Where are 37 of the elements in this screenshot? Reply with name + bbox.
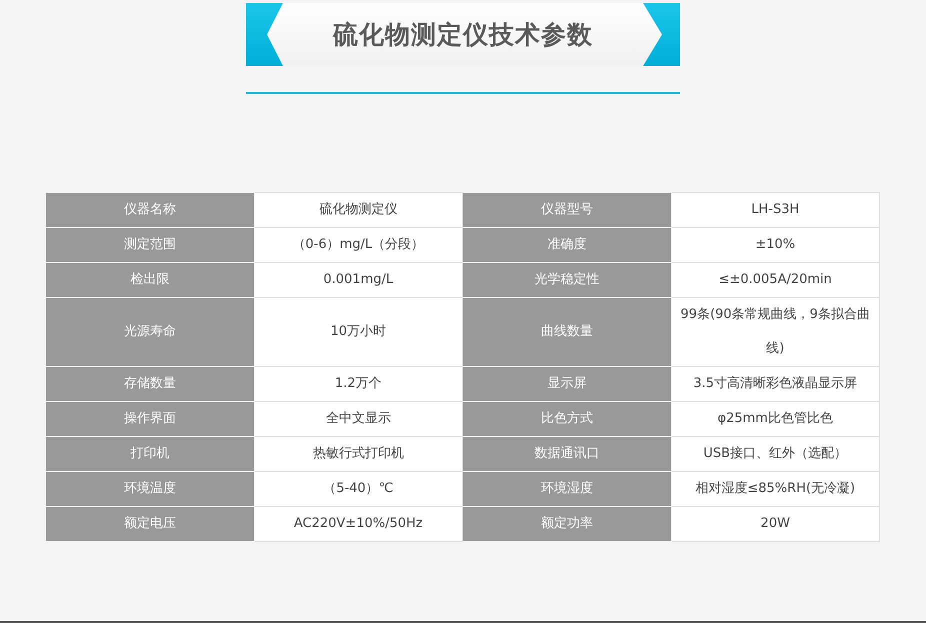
label-cell: 光源寿命 [46, 298, 254, 366]
label-cell: 额定功率 [462, 506, 671, 542]
label-cell: 光学稳定性 [462, 262, 671, 298]
value-cell: AC220V±10%/50Hz [254, 506, 462, 542]
page-title: 硫化物测定仪技术参数 [333, 19, 593, 51]
label-cell: 数据通讯口 [462, 436, 671, 472]
label-cell: 环境湿度 [462, 472, 671, 506]
value-cell: 全中文显示 [254, 402, 462, 436]
value-cell: ≤±0.005A/20min [671, 262, 880, 298]
label-cell: 仪器名称 [46, 192, 254, 228]
value-cell: φ25mm比色管比色 [671, 402, 880, 436]
value-cell: 1.2万个 [254, 366, 462, 402]
label-cell: 检出限 [46, 262, 254, 298]
value-cell: USB接口、红外（选配） [671, 436, 880, 472]
label-cell: 测定范围 [46, 228, 254, 262]
value-cell: 10万小时 [254, 298, 462, 366]
label-cell: 操作界面 [46, 402, 254, 436]
label-cell: 显示屏 [462, 366, 671, 402]
label-cell: 打印机 [46, 436, 254, 472]
value-cell: 相对湿度≤85%RH(无冷凝) [671, 472, 880, 506]
value-cell: ±10% [671, 228, 880, 262]
value-cell: LH-S3H [671, 192, 880, 228]
value-cell: （0-6）mg/L（分段） [254, 228, 462, 262]
value-cell: 热敏行式打印机 [254, 436, 462, 472]
label-cell: 额定电压 [46, 506, 254, 542]
label-cell: 存储数量 [46, 366, 254, 402]
label-cell: 仪器型号 [462, 192, 671, 228]
value-cell: （5-40）℃ [254, 472, 462, 506]
value-cell: 99条(90条常规曲线，9条拟合曲线) [671, 298, 880, 366]
value-cell: 0.001mg/L [254, 262, 462, 298]
value-cell: 3.5寸高清晰彩色液晶显示屏 [671, 366, 880, 402]
value-cell: 硫化物测定仪 [254, 192, 462, 228]
label-cell: 环境温度 [46, 472, 254, 506]
label-cell: 准确度 [462, 228, 671, 262]
value-cell: 20W [671, 506, 880, 542]
label-cell: 曲线数量 [462, 298, 671, 366]
label-cell: 比色方式 [462, 402, 671, 436]
